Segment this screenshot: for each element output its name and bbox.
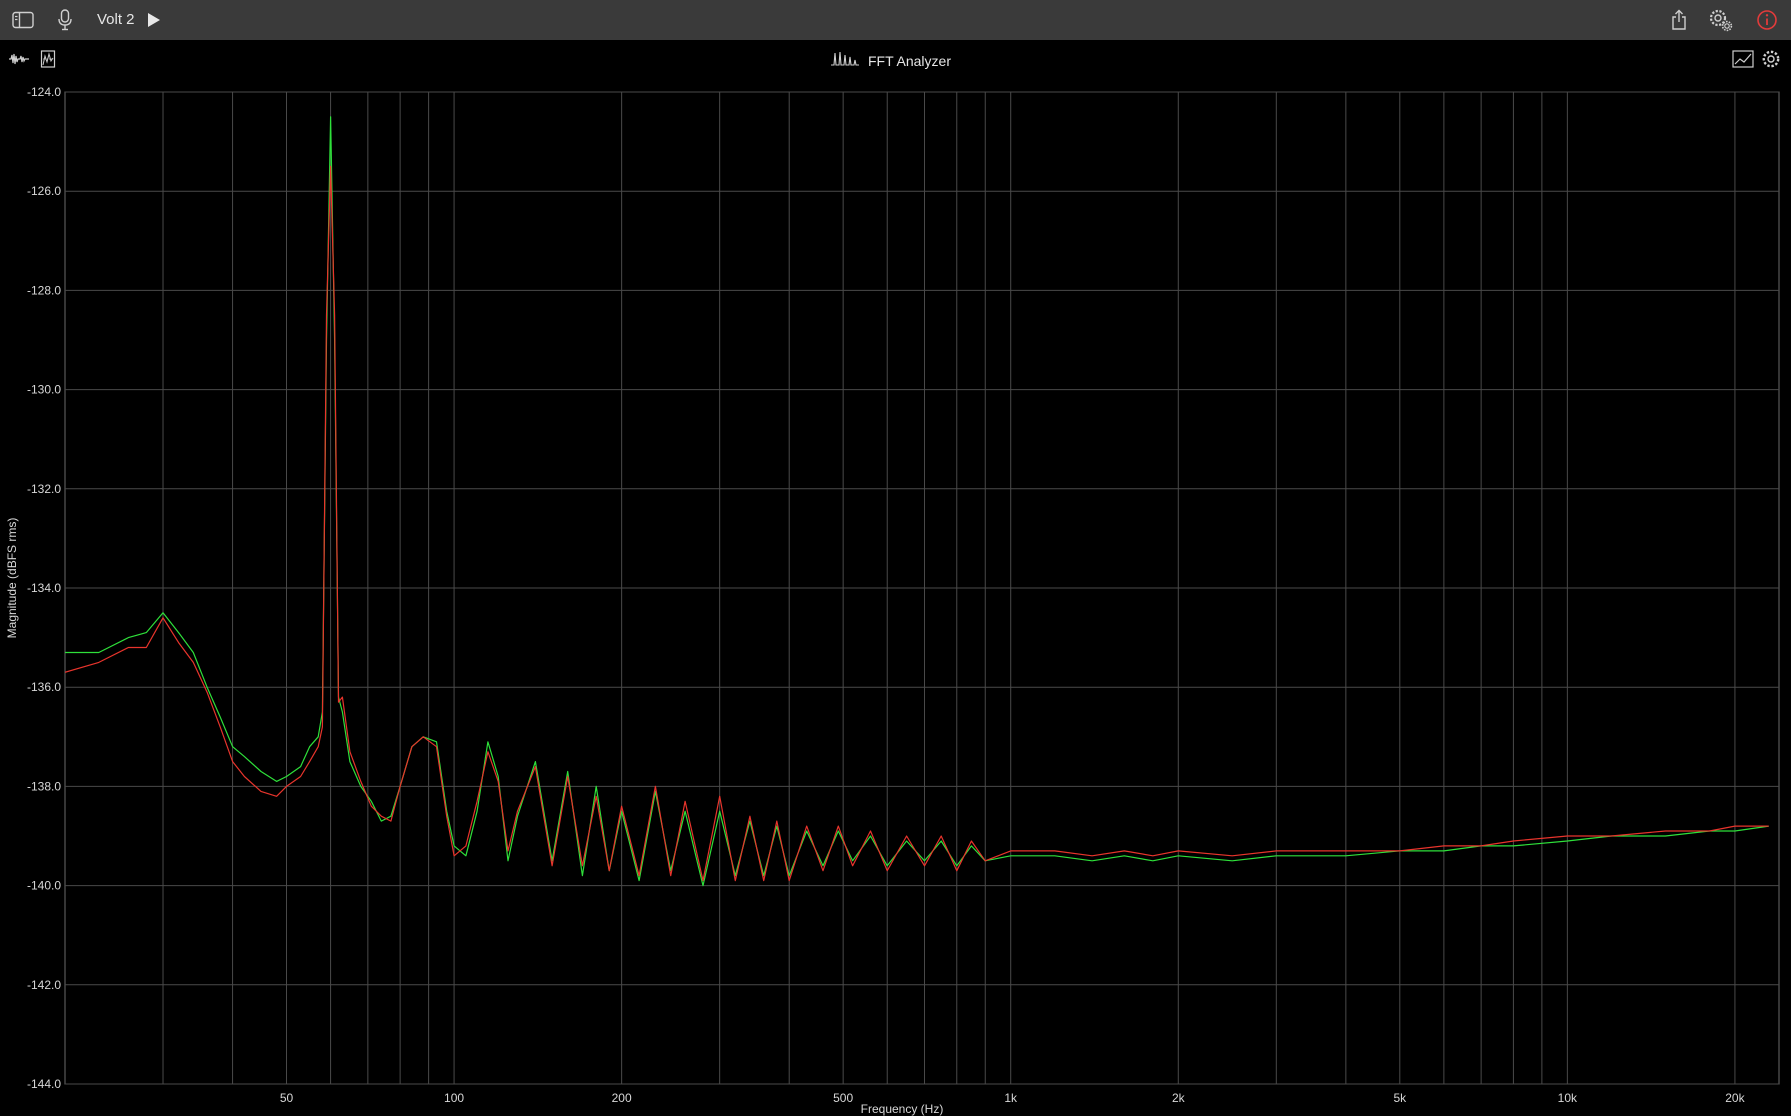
x-tick-label: 500 [833, 1091, 853, 1105]
y-tick-label: -142.0 [27, 978, 61, 992]
x-tick-label: 20k [1725, 1091, 1745, 1105]
y-tick-label: -140.0 [27, 879, 61, 893]
x-tick-label: 5k [1393, 1091, 1407, 1105]
window-title: Volt 2 [97, 11, 135, 28]
x-tick-label: 10k [1558, 1091, 1578, 1105]
analyzer-toolbar: FFT Analyzer [0, 40, 1791, 78]
analyzer-title-text: FFT Analyzer [868, 52, 951, 69]
x-tick-label: 2k [1172, 1091, 1186, 1105]
y-tick-label: -136.0 [27, 680, 61, 694]
x-axis-label: Frequency (Hz) [861, 1102, 944, 1116]
chart-line-icon[interactable] [1732, 49, 1754, 69]
y-tick-label: -134.0 [27, 581, 61, 595]
fft-peaks-icon [830, 50, 860, 71]
spectrum-bars-icon[interactable] [37, 49, 59, 69]
gear-icon[interactable] [1760, 49, 1782, 69]
analyzer-title: FFT Analyzer [830, 50, 951, 71]
y-tick-label: -132.0 [27, 482, 61, 496]
microphone-icon[interactable] [52, 8, 78, 32]
title-bar: Volt 2 [0, 0, 1791, 40]
y-tick-label: -126.0 [27, 184, 61, 198]
fft-chart[interactable]: -124.0 -126.0 -128.0 -130.0 -132.0 -134.0 -136… [0, 78, 1791, 1116]
x-tick-label: 100 [444, 1091, 464, 1105]
play-icon[interactable] [141, 8, 167, 32]
sidebar-icon[interactable] [10, 8, 36, 32]
waveform-icon[interactable] [8, 49, 30, 69]
x-tick-label: 200 [612, 1091, 632, 1105]
settings-gear-icon[interactable] [1708, 8, 1734, 32]
y-tick-label: -144.0 [27, 1077, 61, 1091]
info-icon[interactable] [1754, 8, 1780, 32]
y-axis-label: Magnitude (dBFS rms) [5, 518, 19, 639]
y-tick-label: -124.0 [27, 85, 61, 99]
y-tick-label: -138.0 [27, 779, 61, 793]
share-icon[interactable] [1666, 8, 1692, 32]
y-tick-label: -128.0 [27, 283, 61, 297]
x-tick-label: 1k [1004, 1091, 1018, 1105]
x-tick-label: 50 [280, 1091, 294, 1105]
y-tick-label: -130.0 [27, 383, 61, 397]
